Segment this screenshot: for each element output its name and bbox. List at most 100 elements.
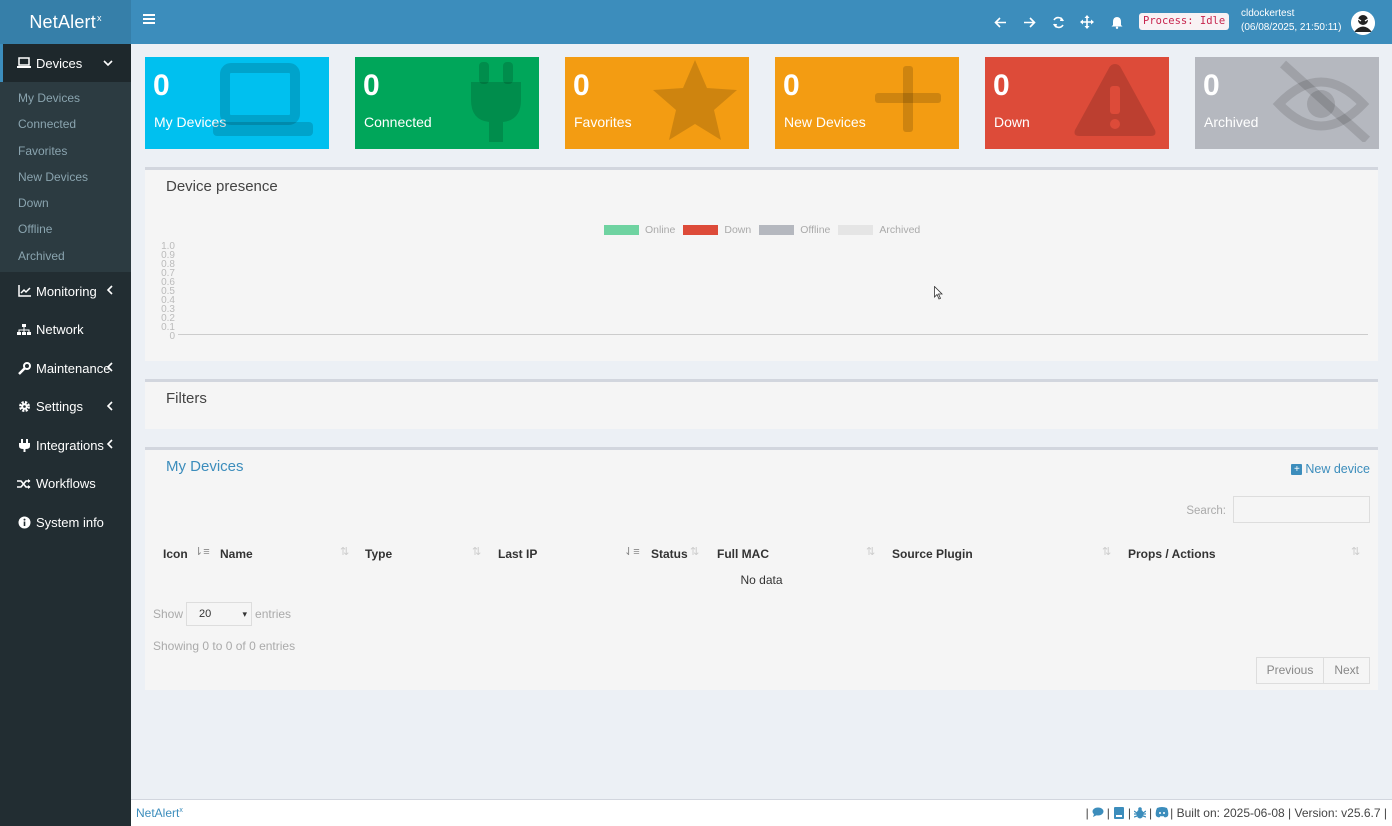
table-info: Showing 0 to 0 of 0 entries [153, 639, 296, 653]
arrow-left-icon[interactable] [992, 13, 1008, 31]
process-status-badge: Process: Idle [1139, 13, 1230, 30]
sort-asc-icon[interactable]: ⇂≡ [194, 545, 210, 558]
sidebar-subitem-down[interactable]: Down [0, 190, 131, 216]
discord-icon[interactable] [1155, 807, 1169, 819]
sidebar-subitem-new-devices[interactable]: New Devices [0, 164, 131, 190]
tile-count: 0 [573, 69, 590, 102]
shuffle-icon [17, 477, 31, 491]
user-timestamp: (06/08/2025, 21:50:11) [1241, 22, 1342, 33]
show-label: Show [153, 607, 184, 621]
sidebar-subitem-connected[interactable]: Connected [0, 111, 131, 137]
comments-icon[interactable] [1092, 807, 1104, 819]
sidebar-item-label: Monitoring [36, 283, 97, 299]
menu-toggle-icon[interactable] [143, 14, 155, 24]
tile-label: Archived [1204, 114, 1259, 130]
arrow-right-icon[interactable] [1021, 13, 1037, 31]
column-header-last-ip[interactable]: Last IP [498, 547, 537, 561]
footer-links: | | | | | Built on: 2025-06-08 | Version… [1085, 806, 1387, 820]
sort-icon[interactable]: ⇅ [340, 545, 349, 558]
page-size-value: 20 [199, 608, 212, 620]
sort-icon[interactable]: ⇅ [472, 545, 481, 558]
page-length-control: Show 20 ▾ entries [153, 602, 291, 626]
tile-label: Connected [364, 114, 432, 130]
avatar[interactable] [1351, 11, 1375, 35]
column-header-type[interactable]: Type [365, 547, 392, 561]
sidebar-item-label: Devices [36, 55, 83, 71]
mouse-cursor-icon [934, 285, 944, 300]
column-header-name[interactable]: Name [220, 547, 253, 561]
laptop-icon [17, 56, 31, 70]
info-circle-icon [17, 515, 31, 529]
sort-icon[interactable]: ⇅ [690, 545, 699, 558]
legend-item-online[interactable]: Online [604, 224, 675, 236]
filters-panel[interactable]: Filters [145, 379, 1378, 429]
devices-table-panel: My Devices + New device Search: Icon ⇂≡ … [145, 447, 1378, 690]
user-name: cldockertest [1241, 8, 1295, 19]
app-logo[interactable]: NetAlert x [0, 0, 131, 44]
column-header-full-mac[interactable]: Full MAC [717, 547, 769, 561]
sidebar-item-monitoring[interactable]: Monitoring [0, 272, 131, 311]
warning-icon [1074, 64, 1156, 136]
bell-icon[interactable] [1109, 13, 1125, 31]
tile-count: 0 [153, 69, 170, 102]
bug-icon[interactable] [1133, 807, 1147, 819]
search-input[interactable] [1233, 496, 1370, 523]
legend-item-offline[interactable]: Offline [759, 224, 830, 236]
next-page-button[interactable]: Next [1323, 658, 1369, 683]
new-device-button[interactable]: + New device [1291, 462, 1370, 476]
sidebar-item-maintenance[interactable]: Maintenance [0, 349, 131, 388]
column-header-props-actions[interactable]: Props / Actions [1128, 547, 1216, 561]
book-icon[interactable] [1113, 807, 1125, 819]
page-size-select[interactable]: 20 ▾ [186, 602, 253, 626]
move-arrows-icon[interactable] [1079, 13, 1095, 31]
sidebar-item-devices[interactable]: Devices [0, 44, 131, 82]
devices-submenu: My Devices Connected Favorites New Devic… [0, 82, 131, 273]
sort-icon[interactable]: ⇅ [1102, 545, 1111, 558]
sidebar-subitem-favorites[interactable]: Favorites [0, 138, 131, 164]
tile-label: Favorites [574, 114, 632, 130]
tile-down[interactable]: 0 Down [985, 57, 1169, 149]
column-header-source-plugin[interactable]: Source Plugin [892, 547, 973, 561]
sidebar-item-label: System info [36, 514, 104, 530]
refresh-icon[interactable] [1050, 13, 1066, 31]
sitemap-icon [17, 323, 31, 337]
tile-favorites[interactable]: 0 Favorites [565, 57, 749, 149]
footer-brand-text: NetAlert [136, 806, 180, 820]
legend-swatch [683, 225, 719, 235]
panel-title: Device presence [166, 178, 278, 195]
sidebar-subitem-offline[interactable]: Offline [0, 216, 131, 242]
chevron-left-icon [106, 438, 113, 452]
column-header-icon[interactable]: Icon [163, 547, 188, 561]
sidebar-subitem-archived[interactable]: Archived [0, 243, 131, 269]
top-navbar: Process: Idle cldockertest (06/08/2025, … [131, 0, 1392, 44]
eye-slash-icon [1272, 60, 1371, 142]
tile-new-devices[interactable]: 0 New Devices [775, 57, 959, 149]
tile-my-devices[interactable]: 0 My Devices [145, 57, 329, 149]
legend-item-down[interactable]: Down [683, 224, 751, 236]
user-info[interactable]: cldockertest (06/08/2025, 21:50:11) [1241, 7, 1341, 35]
sidebar-subitem-my-devices[interactable]: My Devices [0, 85, 131, 111]
sidebar-item-settings[interactable]: Settings [0, 388, 131, 427]
footer-brand-sup: x [179, 807, 183, 814]
chevron-down-icon: ▾ [242, 609, 248, 619]
sort-desc-icon[interactable]: ⇃≡ [624, 545, 640, 558]
legend-swatch [838, 225, 874, 235]
legend-swatch [604, 225, 639, 235]
search-label: Search: [1186, 505, 1226, 517]
footer-brand[interactable]: NetAlertx [136, 806, 183, 820]
sidebar-item-workflows[interactable]: Workflows [0, 465, 131, 504]
sidebar-item-system-info[interactable]: System info [0, 503, 131, 542]
tile-count: 0 [363, 69, 380, 102]
entries-label: entries [255, 607, 292, 621]
sidebar-item-integrations[interactable]: Integrations [0, 426, 131, 465]
tile-archived[interactable]: 0 Archived [1195, 57, 1379, 149]
sort-icon[interactable]: ⇅ [866, 545, 875, 558]
chevron-left-icon [106, 361, 113, 375]
tile-connected[interactable]: 0 Connected [355, 57, 539, 149]
sort-icon[interactable]: ⇅ [1351, 545, 1360, 558]
column-header-status[interactable]: Status [651, 547, 688, 561]
previous-page-button[interactable]: Previous [1257, 658, 1324, 683]
legend-label: Down [724, 224, 752, 236]
legend-item-archived[interactable]: Archived [838, 224, 920, 236]
sidebar-item-network[interactable]: Network [0, 311, 131, 350]
